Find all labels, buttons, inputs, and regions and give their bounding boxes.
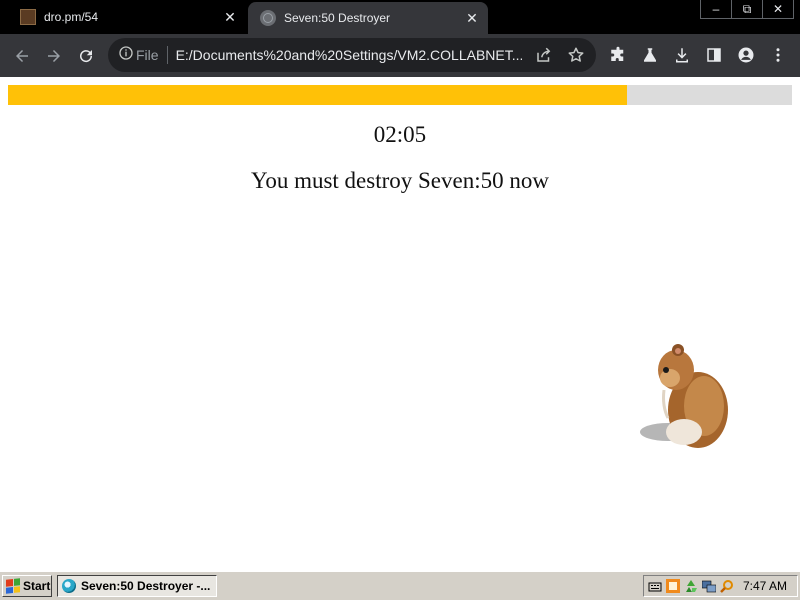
tab-strip: dro.pm/54 ✕ Seven:50 Destroyer ✕ – ⧉ ✕: [0, 0, 800, 34]
close-tab-icon[interactable]: ✕: [220, 7, 240, 27]
globe-icon: [260, 10, 276, 26]
start-button[interactable]: Start: [2, 575, 52, 597]
address-bar[interactable]: File E:/Documents%20and%20Settings/VM2.C…: [108, 38, 596, 72]
destroy-message: You must destroy Seven:50 now: [251, 168, 549, 193]
windows-taskbar: Start Seven:50 Destroyer -... 7:47 AM: [0, 571, 800, 600]
download-icon[interactable]: [666, 39, 698, 71]
recycle-tray-icon[interactable]: [684, 579, 698, 593]
dro-favicon-icon: [20, 9, 36, 25]
kebab-menu-icon[interactable]: [762, 39, 794, 71]
tab-dro[interactable]: dro.pm/54 ✕: [8, 0, 246, 34]
close-tab-icon[interactable]: ✕: [462, 8, 482, 28]
address-separator: [166, 46, 168, 64]
close-window-icon[interactable]: ✕: [762, 0, 793, 18]
taskbar-button-seven50-destroyer[interactable]: Seven:50 Destroyer -...: [57, 575, 217, 597]
flask-labs-icon[interactable]: [634, 39, 666, 71]
restore-icon[interactable]: ⧉: [731, 0, 762, 18]
start-label: Start: [23, 579, 51, 593]
forward-icon[interactable]: [38, 40, 70, 72]
chrome-app-icon: [62, 579, 76, 593]
info-icon[interactable]: [118, 45, 134, 66]
tab-title: dro.pm/54: [44, 10, 99, 24]
profile-avatar-icon[interactable]: [730, 39, 762, 71]
extension-icons: [602, 39, 794, 71]
taskbar-clock: 7:47 AM: [742, 579, 787, 593]
network-tray-icon[interactable]: [702, 579, 716, 593]
browser-toolbar: File E:/Documents%20and%20Settings/VM2.C…: [0, 34, 800, 77]
side-panel-icon[interactable]: [698, 39, 730, 71]
countdown-progress-bar: [8, 85, 792, 105]
hamster-mascot-image: [640, 344, 728, 448]
system-tray: 7:47 AM: [643, 575, 798, 597]
search-tray-icon[interactable]: [720, 579, 734, 593]
task-label: Seven:50 Destroyer -...: [81, 579, 211, 593]
back-icon[interactable]: [6, 40, 38, 72]
windows-logo-icon: [6, 578, 20, 594]
bookmark-star-icon[interactable]: [560, 39, 592, 71]
window-controls: – ⧉ ✕: [700, 0, 794, 19]
tab-title: Seven:50 Destroyer: [284, 11, 391, 25]
tab-seven50-destroyer[interactable]: Seven:50 Destroyer ✕: [248, 2, 488, 34]
minimize-icon[interactable]: –: [701, 0, 731, 18]
progress-fill: [8, 85, 628, 105]
keyboard-tray-icon[interactable]: [648, 579, 662, 593]
countdown-timer: 02:05: [373, 122, 427, 147]
reload-icon[interactable]: [70, 40, 102, 72]
share-icon[interactable]: [528, 39, 560, 71]
puzzle-extensions-icon[interactable]: [602, 39, 634, 71]
url-text[interactable]: E:/Documents%20and%20Settings/VM2.COLLAB…: [176, 47, 522, 63]
scheme-label: File: [136, 47, 159, 63]
app-tray-icon[interactable]: [666, 579, 680, 593]
